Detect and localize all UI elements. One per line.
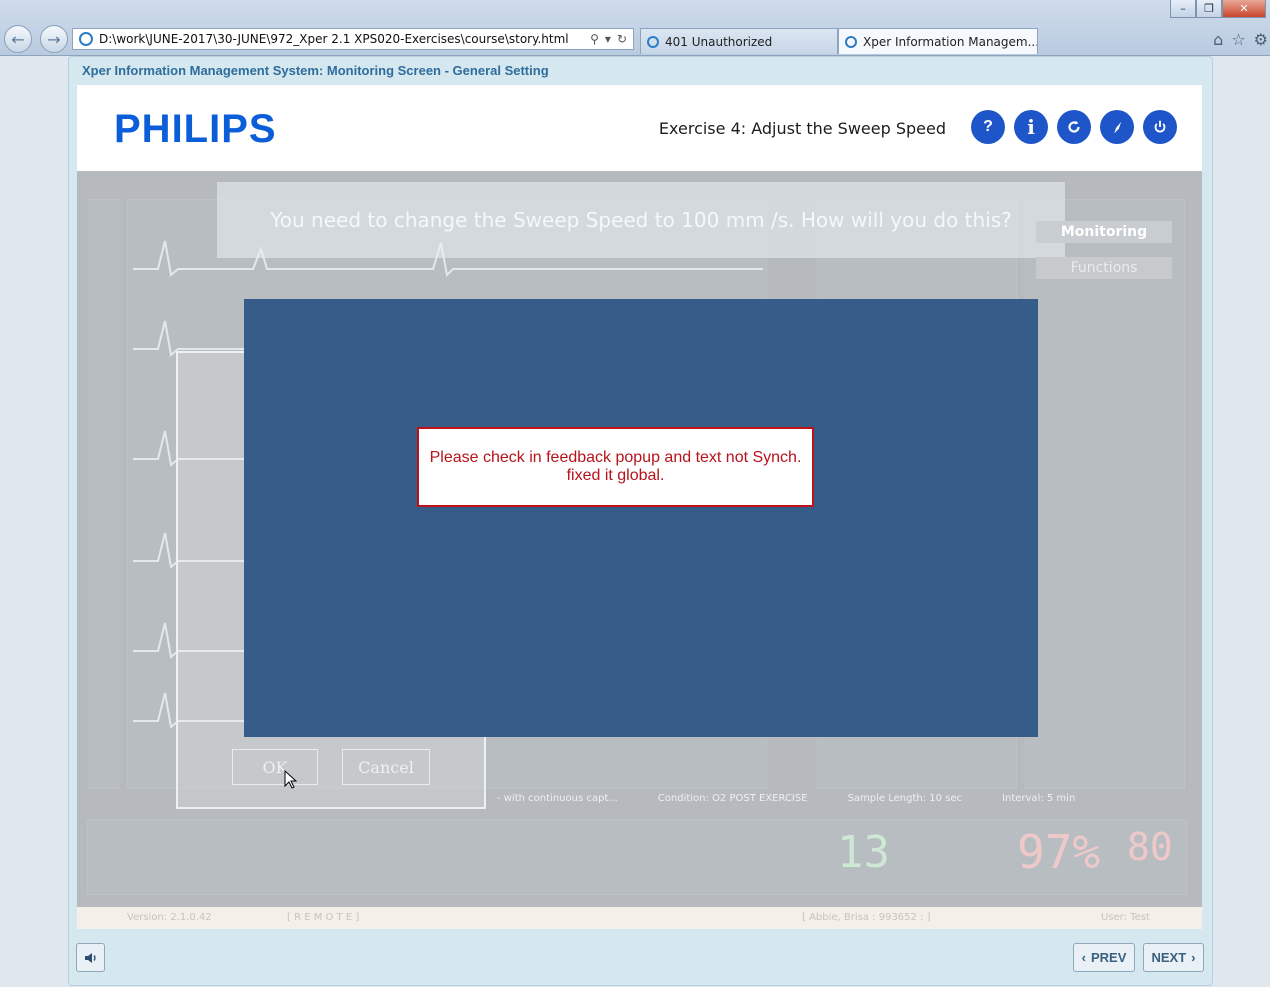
forward-arrow-icon: → — [47, 29, 61, 49]
browser-toolbar-icons: ⌂ ☆ ⚙ — [1213, 30, 1268, 49]
status-item: Sample Length: 10 sec — [847, 793, 963, 804]
tab-xper[interactable]: Xper Information Managem... ✕ — [838, 28, 1038, 54]
spo2-value: 97% — [1017, 825, 1101, 879]
compass-icon — [1114, 120, 1122, 134]
user-label: User: Test — [1101, 912, 1150, 923]
tab-label: Xper Information Managem... — [863, 34, 1038, 49]
version-label: Version: 2.1.0.42 — [127, 912, 212, 923]
dropdown-icon[interactable]: ▾ — [605, 32, 611, 46]
next-label: NEXT — [1151, 950, 1187, 965]
header-buttons: ? i — [971, 110, 1177, 144]
restart-icon — [1068, 120, 1080, 133]
patient-label: [ Abbie, Brisa : 993652 : ] — [802, 912, 931, 923]
favorites-star-icon[interactable]: ☆ — [1231, 30, 1245, 49]
status-item: Interval: 5 min — [1002, 793, 1076, 804]
audio-button[interactable] — [76, 943, 105, 972]
home-icon[interactable]: ⌂ — [1213, 30, 1223, 49]
chevron-right-icon: › — [1191, 950, 1196, 965]
status-item: - with continuous capt... — [497, 793, 618, 804]
minimize-button[interactable]: – — [1170, 0, 1196, 18]
glossary-button[interactable] — [1100, 110, 1134, 144]
dialog-ok-button: OK — [232, 749, 318, 785]
monitoring-tab: Monitoring — [1036, 221, 1172, 243]
browser-chrome: – ❐ ✕ ← → D:\work\JUNE-2017\30-JUNE\972_… — [0, 0, 1270, 56]
prev-label: PREV — [1090, 950, 1127, 965]
refresh-icon[interactable]: ↻ — [617, 32, 627, 46]
back-arrow-icon: ← — [11, 29, 25, 49]
mouse-cursor-icon — [284, 770, 298, 789]
settings-gear-icon[interactable]: ⚙ — [1254, 30, 1268, 49]
ie-tab-icon — [845, 35, 857, 48]
restart-button[interactable] — [1057, 110, 1091, 144]
window-controls: – ❐ ✕ — [1170, 0, 1266, 18]
pulse-rate-value: 80 — [1127, 825, 1173, 869]
resp-rate-value: 13 — [837, 827, 890, 878]
power-icon — [1154, 120, 1166, 133]
app-status-bar: Version: 2.1.0.42 [ R E M O T E ] [ Abbi… — [77, 907, 1202, 929]
help-icon: ? — [983, 118, 993, 135]
functions-tab: Functions — [1036, 257, 1172, 279]
address-bar[interactable]: D:\work\JUNE-2017\30-JUNE\972_Xper 2.1 X… — [72, 28, 634, 50]
restore-button[interactable]: ❐ — [1196, 0, 1222, 18]
exercise-title: Exercise 4: Adjust the Sweep Speed — [658, 119, 946, 138]
info-button[interactable]: i — [1014, 110, 1048, 144]
next-button[interactable]: NEXT › — [1143, 943, 1204, 972]
speaker-icon — [84, 952, 96, 963]
notice-box: Please check in feedback popup and text … — [417, 427, 814, 507]
close-window-button[interactable]: ✕ — [1222, 0, 1266, 18]
forward-button[interactable]: → — [40, 25, 68, 53]
ie-page-icon — [79, 32, 93, 46]
back-button[interactable]: ← — [4, 25, 32, 53]
frame-title: Xper Information Management System: Moni… — [82, 63, 549, 78]
philips-logo: PHILIPS — [114, 107, 277, 151]
feedback-overlay — [244, 299, 1038, 737]
prev-button[interactable]: ‹ PREV — [1073, 943, 1135, 972]
exit-button[interactable] — [1143, 110, 1177, 144]
chevron-left-icon: ‹ — [1081, 950, 1086, 965]
help-button[interactable]: ? — [971, 110, 1005, 144]
dialog-cancel-button: Cancel — [342, 749, 430, 785]
tab-unauthorized[interactable]: 401 Unauthorized — [640, 28, 838, 54]
ie-tab-icon — [647, 35, 659, 48]
question-banner: You need to change the Sweep Speed to 10… — [217, 182, 1065, 258]
status-strip: - with continuous capt... Condition: O2 … — [77, 793, 1202, 811]
course-header: PHILIPS Exercise 4: Adjust the Sweep Spe… — [77, 85, 1202, 171]
status-item: Condition: O2 POST EXERCISE — [657, 793, 808, 804]
address-url[interactable]: D:\work\JUNE-2017\30-JUNE\972_Xper 2.1 X… — [99, 32, 590, 46]
info-icon: i — [1027, 115, 1035, 139]
tab-label: 401 Unauthorized — [665, 34, 773, 49]
course-frame: Xper Information Management System: Moni… — [68, 56, 1213, 986]
mode-label: [ R E M O T E ] — [287, 912, 360, 923]
search-icon[interactable]: ⚲ — [590, 32, 599, 46]
